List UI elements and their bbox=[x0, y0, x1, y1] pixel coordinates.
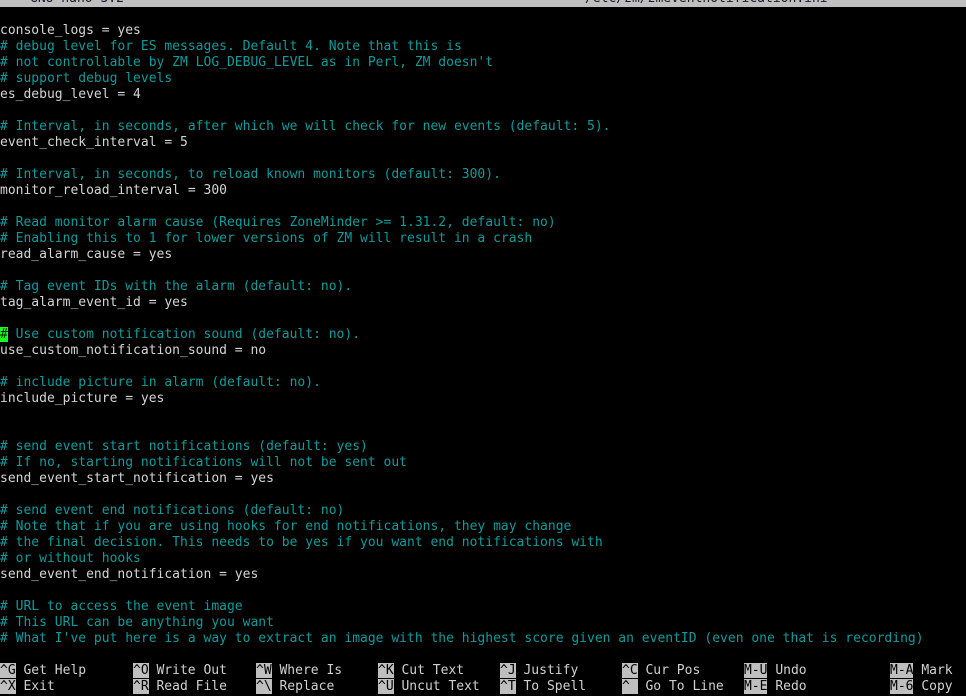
titlebar-version: GNU nano 3.2 bbox=[30, 0, 124, 7]
shortcut-row-1: ^G Get Help ^O Write Out ^W Where Is ^K Cut… bbox=[0, 663, 966, 679]
editor-line[interactable] bbox=[0, 359, 966, 375]
shortcut-label: Go To Line bbox=[645, 679, 724, 694]
editor-line[interactable] bbox=[0, 487, 966, 503]
shortcut-label: Redo bbox=[775, 679, 807, 694]
shortcut-label: Exit bbox=[23, 679, 55, 694]
editor-line[interactable]: # Read monitor alarm cause (Requires Zon… bbox=[0, 215, 966, 231]
shortcut-key: ^J bbox=[500, 663, 516, 678]
shortcut-mark[interactable]: M-A Mark bbox=[890, 663, 953, 679]
shortcut-label: Cur Pos bbox=[645, 663, 701, 678]
editor-line[interactable] bbox=[0, 583, 966, 599]
editor-line[interactable] bbox=[0, 311, 966, 327]
editor-line[interactable]: # Interval, in seconds, after which we w… bbox=[0, 119, 966, 135]
shortcut-label: Get Help bbox=[23, 663, 87, 678]
titlebar-filename: /etc/zm/zmeventnotification.ini bbox=[585, 0, 828, 7]
shortcut-key: M-U bbox=[744, 663, 768, 678]
shortcut-label: To Spell bbox=[523, 679, 587, 694]
shortcut-label: Replace bbox=[279, 679, 335, 694]
shortcut-key: M-A bbox=[890, 663, 914, 678]
shortcut-key: ^C bbox=[622, 663, 638, 678]
shortcut-get-help[interactable]: ^G Get Help bbox=[0, 663, 86, 679]
shortcut-key: ^O bbox=[133, 663, 149, 678]
shortcut-key: ^ bbox=[622, 679, 638, 694]
shortcut-where-is[interactable]: ^W Where Is bbox=[256, 663, 342, 679]
shortcut-label: Justify bbox=[523, 663, 579, 678]
editor-line[interactable] bbox=[0, 199, 966, 215]
shortcut-redo[interactable]: M-E Redo bbox=[744, 679, 807, 695]
shortcut-write-out[interactable]: ^O Write Out bbox=[133, 663, 227, 679]
shortcut-key: ^\ bbox=[256, 679, 272, 694]
editor-line[interactable] bbox=[0, 103, 966, 119]
editor-line[interactable]: monitor_reload_interval = 300 bbox=[0, 183, 966, 199]
shortcut-key: ^G bbox=[0, 663, 16, 678]
shortcut-key: ^X bbox=[0, 679, 16, 694]
shortcut-justify[interactable]: ^J Justify bbox=[500, 663, 578, 679]
editor-line[interactable]: console_logs = yes bbox=[0, 23, 966, 39]
editor-line[interactable]: # If no, starting notifications will not… bbox=[0, 455, 966, 471]
editor-line[interactable]: send_event_end_notification = yes bbox=[0, 567, 966, 583]
shortcut-uncut-text[interactable]: ^U Uncut Text bbox=[378, 679, 480, 695]
editor-line[interactable]: # This URL can be anything you want bbox=[0, 615, 966, 631]
editor-line[interactable]: # Interval, in seconds, to reload known … bbox=[0, 167, 966, 183]
shortcut-key: ^W bbox=[256, 663, 272, 678]
shortcut-label: Copy bbox=[921, 679, 953, 694]
editor-line[interactable] bbox=[0, 263, 966, 279]
shortcut-cut-text[interactable]: ^K Cut Text bbox=[378, 663, 464, 679]
titlebar: GNU nano 3.2 /etc/zm/zmeventnotification… bbox=[0, 0, 966, 7]
editor-line[interactable]: # send event start notifications (defaul… bbox=[0, 439, 966, 455]
shortcut-undo[interactable]: M-U Undo bbox=[744, 663, 807, 679]
shortcut-exit[interactable]: ^X Exit bbox=[0, 679, 55, 695]
nano-editor-screen: GNU nano 3.2 /etc/zm/zmeventnotification… bbox=[0, 0, 966, 696]
editor-line[interactable]: # debug level for ES messages. Default 4… bbox=[0, 39, 966, 55]
editor-line[interactable]: # What I've put here is a way to extract… bbox=[0, 631, 966, 647]
shortcut-key: M-E bbox=[744, 679, 768, 694]
shortcut-go-to-line[interactable]: ^ Go To Line bbox=[622, 679, 724, 695]
editor-line[interactable]: # Note that if you are using hooks for e… bbox=[0, 519, 966, 535]
shortcut-bar: ^G Get Help ^O Write Out ^W Where Is ^K Cut… bbox=[0, 662, 966, 696]
shortcut-label: Uncut Text bbox=[401, 679, 480, 694]
shortcut-label: Undo bbox=[775, 663, 807, 678]
shortcut-read-file[interactable]: ^R Read File bbox=[133, 679, 227, 695]
editor-line[interactable]: tag_alarm_event_id = yes bbox=[0, 295, 966, 311]
shortcut-key: M-6 bbox=[890, 679, 914, 694]
shortcut-to-spell[interactable]: ^T To Spell bbox=[500, 679, 586, 695]
editor-line[interactable]: include_picture = yes bbox=[0, 391, 966, 407]
editor-line[interactable]: read_alarm_cause = yes bbox=[0, 247, 966, 263]
shortcut-key: ^T bbox=[500, 679, 516, 694]
shortcut-label: Cut Text bbox=[401, 663, 465, 678]
editor-line[interactable]: # Enabling this to 1 for lower versions … bbox=[0, 231, 966, 247]
editor-line[interactable]: send_event_start_notification = yes bbox=[0, 471, 966, 487]
editor-line[interactable]: # not controllable by ZM LOG_DEBUG_LEVEL… bbox=[0, 55, 966, 71]
editor-line[interactable]: # URL to access the event image bbox=[0, 599, 966, 615]
shortcut-copy[interactable]: M-6 Copy bbox=[890, 679, 953, 695]
editor-line[interactable]: use_custom_notification_sound = no bbox=[0, 343, 966, 359]
editor-line[interactable]: # include picture in alarm (default: no)… bbox=[0, 375, 966, 391]
shortcut-key: ^R bbox=[133, 679, 149, 694]
shortcut-label: Read File bbox=[156, 679, 227, 694]
shortcut-label: Mark bbox=[921, 663, 953, 678]
shortcut-cur-pos[interactable]: ^C Cur Pos bbox=[622, 663, 700, 679]
text-cursor: # bbox=[0, 327, 8, 342]
shortcut-label: Write Out bbox=[156, 663, 227, 678]
editor-line-text: Use custom notification sound (default: … bbox=[7, 327, 361, 342]
editor-line[interactable]: # or without hooks bbox=[0, 551, 966, 567]
shortcut-row-2: ^X Exit ^R Read File ^\ Replace ^U Uncut Te… bbox=[0, 679, 966, 695]
shortcut-key: ^U bbox=[378, 679, 394, 694]
editor-line[interactable] bbox=[0, 151, 966, 167]
editor-text-area[interactable]: console_logs = yes # debug level for ES m… bbox=[0, 23, 966, 655]
editor-line[interactable]: # the final decision. This needs to be y… bbox=[0, 535, 966, 551]
editor-line[interactable]: es_debug_level = 4 bbox=[0, 87, 966, 103]
editor-line[interactable] bbox=[0, 407, 966, 423]
shortcut-replace[interactable]: ^\ Replace bbox=[256, 679, 334, 695]
editor-line[interactable]: # send event end notifications (default:… bbox=[0, 503, 966, 519]
shortcut-label: Where Is bbox=[279, 663, 343, 678]
editor-line[interactable]: # Tag event IDs with the alarm (default:… bbox=[0, 279, 966, 295]
shortcut-key: ^K bbox=[378, 663, 394, 678]
editor-line[interactable]: event_check_interval = 5 bbox=[0, 135, 966, 151]
editor-line[interactable] bbox=[0, 423, 966, 439]
editor-line[interactable]: # Use custom notification sound (default… bbox=[0, 327, 966, 343]
editor-line[interactable]: # support debug levels bbox=[0, 71, 966, 87]
